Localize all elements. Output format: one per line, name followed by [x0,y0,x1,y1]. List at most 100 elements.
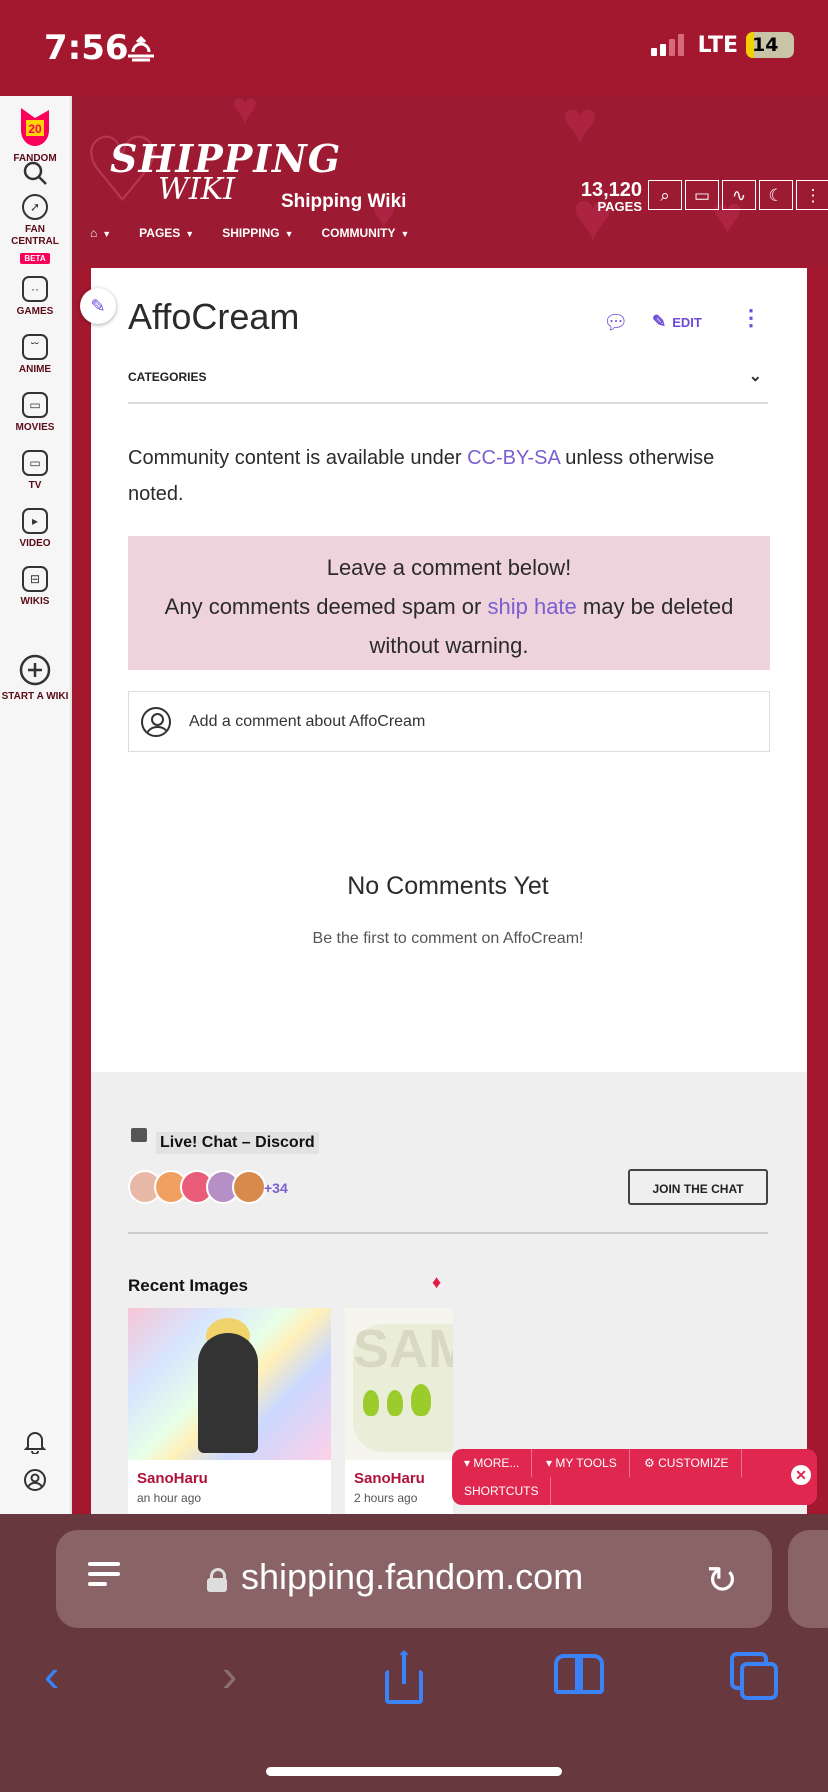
chevron-left-icon: ‹ [44,1649,60,1701]
chevron-down-icon: ▼ [102,229,112,239]
rail-search-button[interactable] [0,160,70,191]
bookmarks-button[interactable] [554,1654,608,1698]
search-button[interactable]: ⌕ [648,180,682,210]
share-button[interactable]: ⌃ [382,1649,426,1706]
edit-label: EDIT [672,314,702,330]
rail-item-movies[interactable]: ▭ MOVIES [0,392,70,434]
chevron-down-icon: ▼ [400,229,410,239]
avatar-icon [141,706,171,737]
rail-label-games: GAMES [16,306,54,317]
page-count-label: PAGES [597,199,642,214]
categories-toggle[interactable]: CATEGORIES ⌄ [128,368,768,404]
home-indicator[interactable] [266,1767,562,1776]
activity-button[interactable]: ∿ [722,180,756,210]
recent-image-card[interactable]: SanoHaru an hour ago [128,1460,331,1514]
rail-item-fan-central[interactable]: ➚ FAN CENTRAL BETA [0,194,70,266]
pencil-icon: ✎ [90,296,106,316]
divider [128,1232,768,1234]
image-uploader[interactable]: SanoHaru [128,1460,331,1487]
image-uploader[interactable]: SanoHaru [345,1460,453,1487]
fandom-flame-icon: ♦ [432,1272,442,1292]
heart-decoration: ♥ [562,89,598,156]
license-prefix: Community content is available under [128,447,468,469]
book-icon: ⊟ [22,566,48,592]
pencil-icon: ✎ [652,312,667,331]
theme-toggle-button[interactable]: ☾ [759,180,793,210]
customize-button[interactable]: ⚙ CUSTOMIZE [632,1449,742,1477]
page-actions-more-button[interactable]: ⋮ [740,307,762,329]
forward-button[interactable]: › [222,1648,237,1702]
floating-edit-button[interactable]: ✎ [80,288,116,324]
gear-icon: ⚙ [644,1456,655,1470]
next-tab-address-bar[interactable] [788,1530,828,1628]
tabs-button[interactable] [730,1652,780,1702]
battery-level: 14 [752,34,779,56]
explore-icon: ⌂ [90,226,98,240]
fandom-logo[interactable]: 20 FANDOM [0,106,70,165]
wiki-name[interactable]: Shipping Wiki [281,191,406,213]
notice-prefix: Any comments deemed spam or [164,594,488,619]
more-tools-label: MORE... [473,1456,520,1470]
nav-community[interactable]: COMMUNITY ▼ [322,226,410,240]
my-tools-label: MY TOOLS [555,1456,617,1470]
image-flame-shape [387,1390,403,1416]
rail-item-video[interactable]: ▸ VIDEO [0,508,70,550]
nav-shipping[interactable]: SHIPPING ▼ [222,226,293,240]
notifications-button[interactable] [0,1430,70,1459]
shortcuts-label: SHORTCUTS [464,1484,539,1498]
add-comment-input[interactable]: Add a comment about AffoCream [128,691,770,752]
beta-badge: BETA [20,253,50,264]
recent-image-thumbnail[interactable]: SAM [345,1308,453,1460]
chevron-right-icon: › [222,1649,238,1701]
rail-item-wikis[interactable]: ⊟ WIKIS [0,566,70,608]
rail-label-movies: MOVIES [15,422,55,433]
nav-explore[interactable]: ⌂ ▼ [90,226,111,240]
rail-label-anime: ANIME [18,364,52,375]
back-button[interactable]: ‹ [44,1648,59,1702]
nav-label-pages: PAGES [139,226,181,240]
url-text[interactable]: shipping.fandom.com [241,1556,583,1598]
user-account-button[interactable] [0,1468,70,1497]
rail-label-video: VIDEO [19,538,51,549]
close-tools-button[interactable]: ✕ [791,1465,811,1485]
rail-item-anime[interactable]: ˘˘ ANIME [0,334,70,376]
wiki-logo-line2[interactable]: WIKI [158,172,235,207]
rail-item-start-a-wiki[interactable]: START A WIKI [0,654,70,703]
edit-button[interactable]: ✎ EDIT [652,312,702,332]
discord-member-avatar [232,1170,266,1204]
page-count: 13,120 PAGES [578,180,642,214]
ship-hate-link[interactable]: ship hate [487,594,576,619]
discussions-button[interactable]: ▭ [685,180,719,210]
battery-icon: 14 [746,32,794,58]
play-icon: ▸ [22,508,48,534]
status-indicators: LTE 14 [650,32,794,58]
discord-avatars [128,1170,266,1204]
recent-image-thumbnail[interactable] [128,1308,331,1460]
reader-mode-icon[interactable] [88,1562,120,1598]
image-figure-body [198,1333,258,1453]
rail-item-tv[interactable]: ▭ TV [0,450,70,492]
network-type: LTE [697,32,738,58]
more-menu-button[interactable]: ⋮ [796,180,828,210]
license-link[interactable]: CC-BY-SA [467,447,560,469]
shortcuts-button[interactable]: SHORTCUTS [452,1477,552,1505]
gamepad-icon: ·· [22,276,48,302]
discussions-icon: ▭ [693,186,711,205]
notice-line1: Leave a comment below! [326,555,572,580]
close-icon: ✕ [795,1467,807,1483]
rail-item-games[interactable]: ·· GAMES [0,276,70,318]
my-tools-button[interactable]: ▾ MY TOOLS [534,1449,630,1477]
comments-button[interactable]: 💬︎ [603,310,628,335]
plus-circle-icon [19,654,51,686]
join-chat-button[interactable]: JOIN THE CHAT [628,1169,768,1205]
nav-pages[interactable]: PAGES ▼ [139,226,194,240]
more-tools-button[interactable]: ▾ MORE... [452,1449,533,1477]
signal-icon [650,34,684,56]
image-flame-shape [363,1390,379,1416]
reload-icon[interactable]: ↻ [706,1558,738,1603]
comment-notice-box: Leave a comment below! Any comments deem… [128,536,770,670]
fandom-rail: 20 FANDOM ➚ FAN CENTRAL BETA ·· GAMES ˘˘… [0,96,72,1514]
chevron-down-icon: ▼ [284,229,294,239]
discord-extra-count: +34 [264,1180,288,1196]
recent-image-card[interactable]: SanoHaru 2 hours ago [345,1460,453,1514]
